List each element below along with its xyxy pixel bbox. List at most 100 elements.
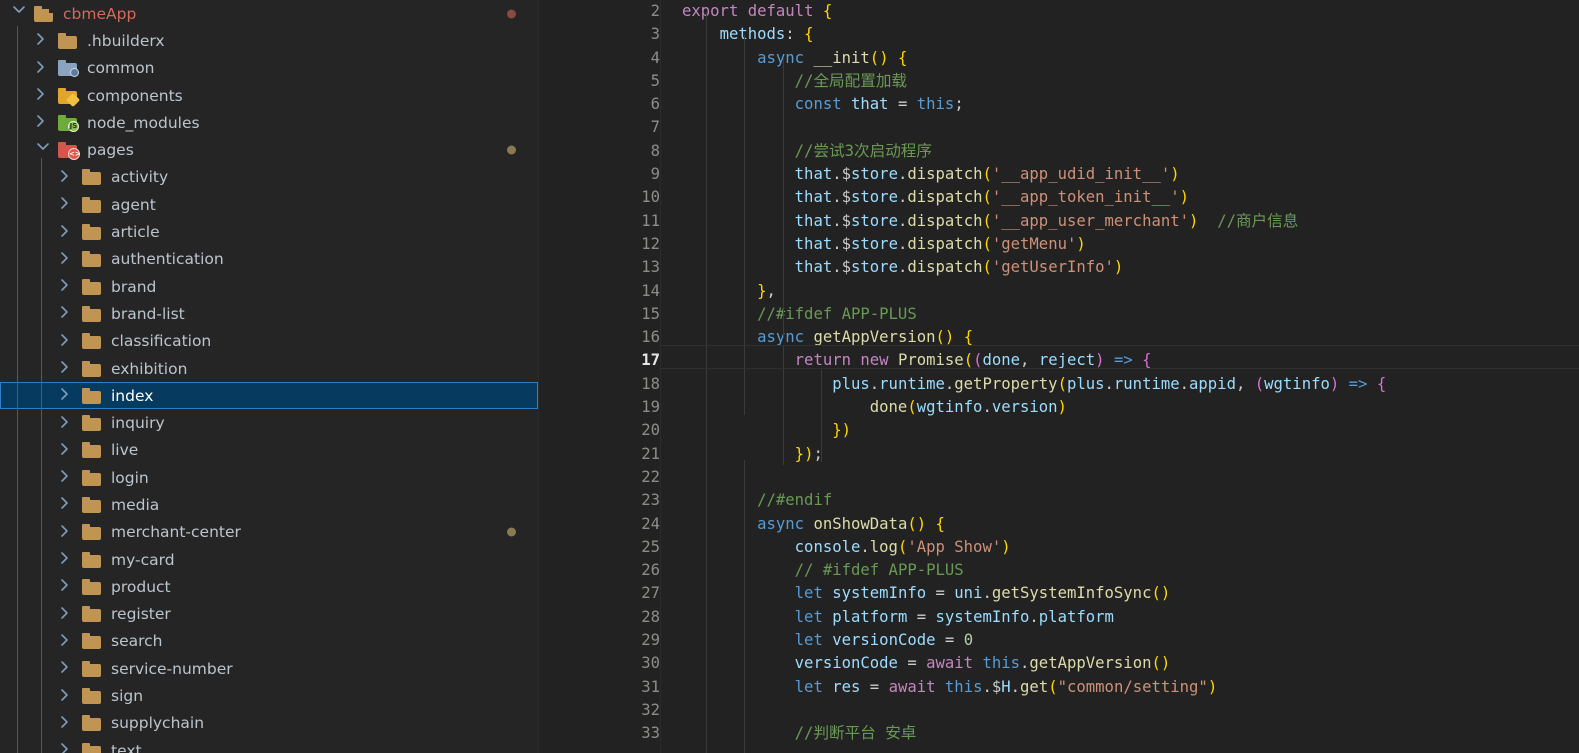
tree-item-activity[interactable]: activity <box>0 164 538 191</box>
tree-item-supplychain[interactable]: supplychain <box>0 710 538 737</box>
tree-item-article[interactable]: article <box>0 218 538 245</box>
code-line[interactable]: 25 console.log('App Show') <box>538 536 1579 559</box>
tree-item-node-modules[interactable]: JS node_modules <box>0 109 538 136</box>
tree-item-authentication[interactable]: authentication <box>0 246 538 273</box>
chevron-right-icon[interactable] <box>60 688 77 705</box>
chevron-right-icon[interactable] <box>60 578 77 595</box>
code-line[interactable]: 19 done(wgtinfo.version) <box>538 396 1579 419</box>
code-line[interactable]: 12 that.$store.dispatch('getMenu') <box>538 233 1579 256</box>
chevron-right-icon[interactable] <box>60 715 77 732</box>
tree-item-label: agent <box>111 195 156 214</box>
code-line[interactable]: 30 versionCode = await this.getAppVersio… <box>538 652 1579 675</box>
tree-item-merchant-center[interactable]: merchant-center <box>0 519 538 546</box>
tree-item-text[interactable]: text <box>0 737 538 753</box>
tree-item-components[interactable]: components <box>0 82 538 109</box>
tree-item-brand[interactable]: brand <box>0 273 538 300</box>
code-line[interactable]: 32 <box>538 699 1579 722</box>
file-tree[interactable]: cbmeApp .hbuilderx common components JS node_… <box>0 0 538 753</box>
tree-item-media[interactable]: media <box>0 491 538 518</box>
code-line[interactable]: 2 export default { <box>538 0 1579 23</box>
tree-item-label: inquiry <box>111 414 165 433</box>
code-line[interactable]: 31 let res = await this.$H.get("common/s… <box>538 676 1579 699</box>
tree-item--hbuilderx[interactable]: .hbuilderx <box>0 27 538 54</box>
tree-item-inquiry[interactable]: inquiry <box>0 409 538 436</box>
line-number: 16 <box>641 328 660 347</box>
code-line[interactable]: 27 let systemInfo = uni.getSystemInfoSyn… <box>538 582 1579 605</box>
tree-item-exhibition[interactable]: exhibition <box>0 355 538 382</box>
code-line[interactable]: 14 }, <box>538 280 1579 303</box>
editor-panel[interactable]: 2 export default {3 methods: {4 async __i… <box>538 0 1579 753</box>
chevron-right-icon[interactable] <box>60 333 77 350</box>
tree-item-agent[interactable]: agent <box>0 191 538 218</box>
code-line[interactable]: 20 }) <box>538 419 1579 442</box>
chevron-right-icon[interactable] <box>60 224 77 241</box>
chevron-right-icon[interactable] <box>60 633 77 650</box>
tree-item-service-number[interactable]: service-number <box>0 655 538 682</box>
chevron-right-icon[interactable] <box>60 660 77 677</box>
code-lines-container[interactable]: 2 export default {3 methods: {4 async __i… <box>538 0 1579 753</box>
chevron-right-icon[interactable] <box>36 60 53 77</box>
folder-icon <box>82 715 102 732</box>
tree-item-cbmeapp[interactable]: cbmeApp <box>0 0 538 27</box>
file-explorer-panel[interactable]: cbmeApp .hbuilderx common components JS node_… <box>0 0 538 753</box>
code-line[interactable]: 5 //全局配置加载 <box>538 70 1579 93</box>
chevron-right-icon[interactable] <box>60 469 77 486</box>
chevron-right-icon[interactable] <box>60 251 77 268</box>
chevron-right-icon[interactable] <box>60 606 77 623</box>
tree-item-index[interactable]: index <box>0 382 538 410</box>
code-line[interactable]: 10 that.$store.dispatch('__app_token_ini… <box>538 186 1579 209</box>
chevron-right-icon[interactable] <box>36 32 53 49</box>
tree-item-product[interactable]: product <box>0 573 538 600</box>
chevron-down-icon[interactable] <box>12 5 29 22</box>
chevron-right-icon[interactable] <box>60 742 77 753</box>
tree-item-pages[interactable]: <> pages <box>0 136 538 163</box>
code-line[interactable]: 8 //尝试3次启动程序 <box>538 140 1579 163</box>
code-line[interactable]: 26 // #ifdef APP-PLUS <box>538 559 1579 582</box>
folder-common-icon <box>58 60 79 78</box>
tree-item-sign[interactable]: sign <box>0 682 538 709</box>
tree-item-login[interactable]: login <box>0 464 538 491</box>
tree-item-common[interactable]: common <box>0 55 538 82</box>
chevron-right-icon[interactable] <box>60 278 77 295</box>
chevron-right-icon[interactable] <box>60 196 77 213</box>
line-number: 19 <box>641 398 660 417</box>
code-line[interactable]: 9 that.$store.dispatch('__app_udid_init_… <box>538 163 1579 186</box>
chevron-right-icon[interactable] <box>60 387 77 404</box>
chevron-right-icon[interactable] <box>60 305 77 322</box>
code-line[interactable]: 3 methods: { <box>538 23 1579 46</box>
code-line[interactable]: 22 <box>538 466 1579 489</box>
code-line[interactable]: 17 return new Promise((done, reject) => … <box>538 349 1579 372</box>
code-line[interactable]: 13 that.$store.dispatch('getUserInfo') <box>538 256 1579 279</box>
code-line[interactable]: 4 async __init() { <box>538 47 1579 70</box>
chevron-right-icon[interactable] <box>36 114 53 131</box>
tree-item-search[interactable]: search <box>0 628 538 655</box>
code-line[interactable]: 29 let versionCode = 0 <box>538 629 1579 652</box>
chevron-right-icon[interactable] <box>60 360 77 377</box>
tree-item-brand-list[interactable]: brand-list <box>0 300 538 327</box>
chevron-right-icon[interactable] <box>36 87 53 104</box>
code-line[interactable]: 15 //#ifdef APP-PLUS <box>538 303 1579 326</box>
code-line[interactable]: 18 plus.runtime.getProperty(plus.runtime… <box>538 373 1579 396</box>
chevron-right-icon[interactable] <box>60 551 77 568</box>
tree-item-classification[interactable]: classification <box>0 328 538 355</box>
code-line[interactable]: 28 let platform = systemInfo.platform <box>538 606 1579 629</box>
tree-item-label: register <box>111 605 171 624</box>
code-line[interactable]: 7 <box>538 116 1579 139</box>
editor-indent-guide <box>660 0 661 753</box>
tree-item-live[interactable]: live <box>0 437 538 464</box>
code-line[interactable]: 24 async onShowData() { <box>538 513 1579 536</box>
chevron-right-icon[interactable] <box>60 496 77 513</box>
code-line[interactable]: 23 //#endif <box>538 489 1579 512</box>
code-line[interactable]: 6 const that = this; <box>538 93 1579 116</box>
chevron-right-icon[interactable] <box>60 415 77 432</box>
tree-item-my-card[interactable]: my-card <box>0 546 538 573</box>
tree-item-register[interactable]: register <box>0 601 538 628</box>
tree-item-label: classification <box>111 332 212 351</box>
chevron-right-icon[interactable] <box>60 169 77 186</box>
code-line[interactable]: 21 }); <box>538 443 1579 466</box>
chevron-right-icon[interactable] <box>60 524 77 541</box>
chevron-down-icon[interactable] <box>36 142 53 159</box>
code-line[interactable]: 11 that.$store.dispatch('__app_user_merc… <box>538 210 1579 233</box>
code-line[interactable]: 33 //判断平台 安卓 <box>538 722 1579 745</box>
chevron-right-icon[interactable] <box>60 442 77 459</box>
